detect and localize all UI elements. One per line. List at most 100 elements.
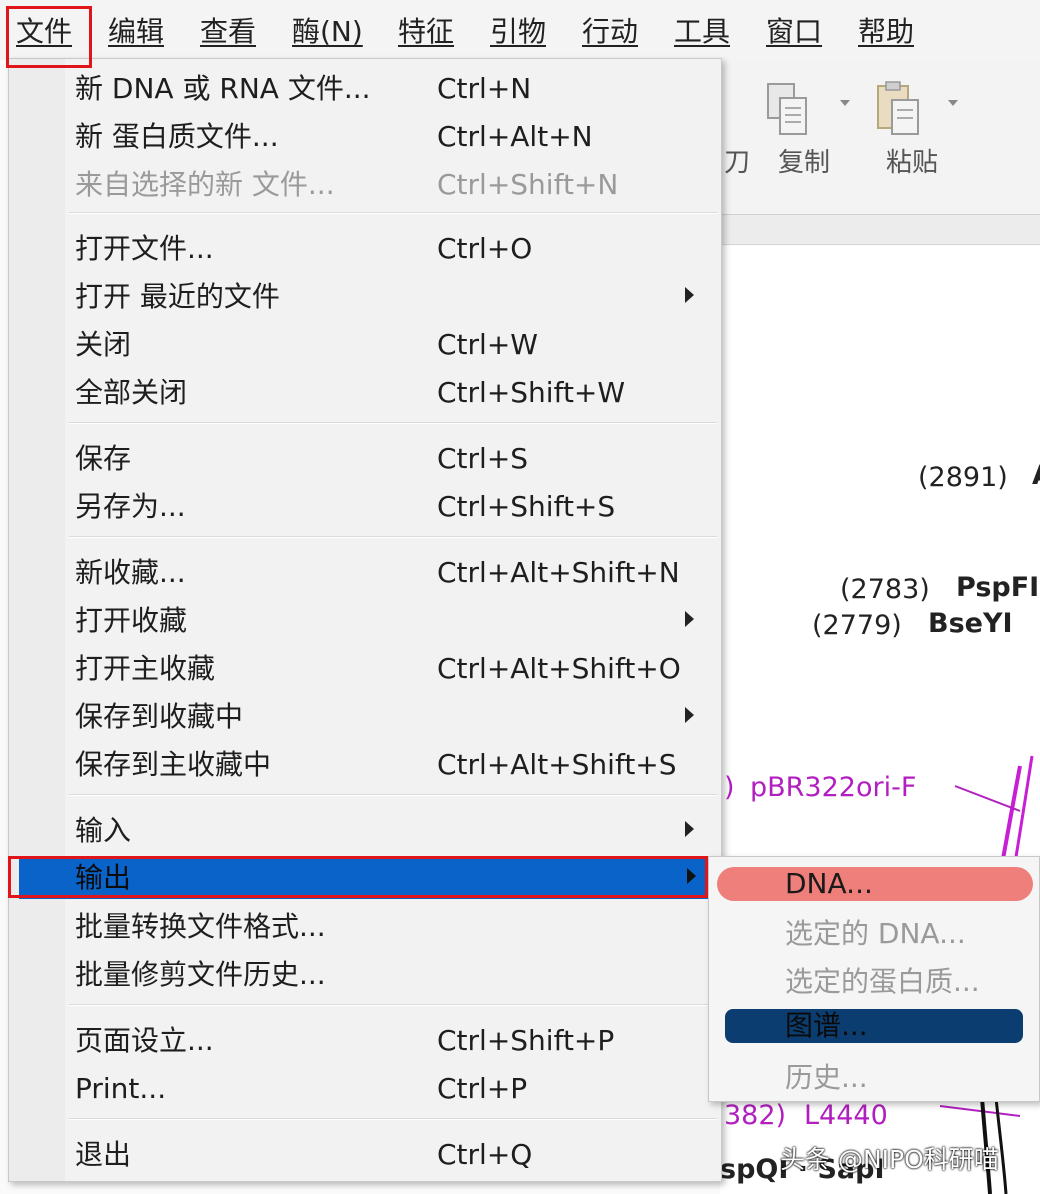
menu-item-label: 保存到主收藏中 bbox=[75, 748, 272, 781]
menu-view[interactable]: 查看 bbox=[200, 8, 256, 56]
menu-item-batch-convert[interactable]: 批量转换文件格式... bbox=[69, 903, 719, 951]
toolbar: 刀 复制 粘贴 bbox=[700, 60, 1040, 215]
submenu-arrow-icon bbox=[685, 287, 694, 303]
menu-item-label: 另存为... bbox=[75, 490, 186, 523]
map-site-position: (2783) bbox=[840, 574, 930, 605]
menu-item-shortcut: Ctrl+P bbox=[437, 1072, 528, 1105]
menu-item-shortcut: Ctrl+Alt+Shift+N bbox=[437, 556, 680, 589]
menu-item-shortcut: Ctrl+Shift+S bbox=[437, 490, 616, 523]
menu-item-close-all[interactable]: 全部关闭 Ctrl+Shift+W bbox=[69, 369, 719, 417]
menu-item-label: 打开文件... bbox=[75, 232, 214, 265]
export-item-highlight-box bbox=[8, 856, 708, 898]
menu-item-shortcut: Ctrl+O bbox=[437, 232, 533, 265]
submenu-arrow-icon bbox=[685, 611, 694, 627]
menu-item-label: 打开主收藏 bbox=[75, 652, 216, 685]
menu-item-open-collection[interactable]: 打开收藏 bbox=[69, 597, 719, 645]
menu-item-save-as[interactable]: 另存为... Ctrl+Shift+S bbox=[69, 483, 719, 531]
file-menu-dropdown: 新 DNA 或 RNA 文件... Ctrl+N 新 蛋白质文件... Ctrl… bbox=[8, 58, 722, 1182]
menu-item-shortcut: Ctrl+N bbox=[437, 72, 532, 105]
menu-item-print[interactable]: Print... Ctrl+P bbox=[69, 1065, 719, 1113]
menu-item-batch-trim-history[interactable]: 批量修剪文件历史... bbox=[69, 951, 719, 999]
menu-item-shortcut: Ctrl+Q bbox=[437, 1138, 533, 1171]
map-site-name[interactable]: PspFI bbox=[956, 572, 1039, 603]
map-feature-position: ) bbox=[724, 772, 735, 803]
paste-icon[interactable] bbox=[876, 80, 920, 136]
menu-item-label: 打开 最近的文件 bbox=[75, 280, 280, 313]
map-site-name[interactable]: BseYI bbox=[928, 608, 1013, 639]
menu-item-shortcut: Ctrl+Alt+N bbox=[437, 120, 593, 153]
menu-item-label: 全部关闭 bbox=[75, 376, 188, 409]
menu-item-shortcut: Ctrl+Alt+Shift+O bbox=[437, 652, 681, 685]
submenu-item-export-map[interactable]: 图谱... bbox=[725, 1009, 1023, 1043]
menu-window[interactable]: 窗口 bbox=[766, 8, 822, 56]
submenu-item-label: 选定的 DNA... bbox=[785, 917, 966, 950]
menu-item-new-collection[interactable]: 新收藏... Ctrl+Alt+Shift+N bbox=[69, 549, 719, 597]
menu-separator bbox=[69, 212, 717, 214]
menu-item-new-protein-file[interactable]: 新 蛋白质文件... Ctrl+Alt+N bbox=[69, 113, 719, 161]
menu-primers[interactable]: 引物 bbox=[490, 8, 546, 56]
map-feature-position: 382) bbox=[724, 1100, 787, 1131]
menu-bar: 文件 编辑 查看 酶(N) 特征 引物 行动 工具 窗口 帮助 bbox=[0, 0, 1040, 60]
copy-label: 复制 bbox=[778, 148, 831, 178]
menu-item-shortcut: Ctrl+S bbox=[437, 442, 529, 475]
submenu-item-label: 历史... bbox=[785, 1061, 868, 1094]
menu-item-save-to-collection[interactable]: 保存到收藏中 bbox=[69, 693, 719, 741]
menu-item-label: 打开收藏 bbox=[75, 604, 188, 637]
menu-separator bbox=[69, 536, 717, 538]
menu-item-label: 新收藏... bbox=[75, 556, 186, 589]
menu-help[interactable]: 帮助 bbox=[858, 8, 914, 56]
menu-item-save-to-main-collection[interactable]: 保存到主收藏中 Ctrl+Alt+Shift+S bbox=[69, 741, 719, 789]
submenu-item-export-dna[interactable]: DNA... bbox=[717, 867, 1033, 901]
submenu-item-export-history[interactable]: 历史... bbox=[717, 1055, 1033, 1099]
menu-item-shortcut: Ctrl+Shift+W bbox=[437, 376, 626, 409]
copy-icon[interactable] bbox=[766, 82, 810, 138]
menu-separator bbox=[69, 1118, 717, 1120]
menu-item-page-setup[interactable]: 页面设立... Ctrl+Shift+P bbox=[69, 1017, 719, 1065]
menu-item-shortcut: Ctrl+W bbox=[437, 328, 538, 361]
menu-item-label: 页面设立... bbox=[75, 1024, 214, 1057]
menu-separator bbox=[69, 1004, 717, 1006]
menu-features[interactable]: 特征 bbox=[398, 8, 454, 56]
toolbar-divider-strip bbox=[700, 215, 1040, 245]
submenu-item-label: 选定的蛋白质... bbox=[785, 965, 980, 998]
menu-separator bbox=[69, 794, 717, 796]
menu-item-open-main-collection[interactable]: 打开主收藏 Ctrl+Alt+Shift+O bbox=[69, 645, 719, 693]
map-feature-name[interactable]: pBR322ori-F bbox=[750, 772, 916, 803]
submenu-item-label: DNA... bbox=[785, 867, 873, 900]
menu-item-new-from-selection[interactable]: 来自选择的新 文件... Ctrl+Shift+N bbox=[69, 161, 719, 209]
menu-item-label: Print... bbox=[75, 1072, 167, 1105]
menu-item-shortcut: Ctrl+Shift+N bbox=[437, 168, 619, 201]
menu-icon-gutter bbox=[9, 59, 65, 1181]
menu-enzymes[interactable]: 酶(N) bbox=[292, 8, 363, 56]
map-site-name[interactable]: A bbox=[1032, 460, 1040, 491]
copy-dropdown-arrow-icon[interactable] bbox=[840, 100, 850, 106]
file-menu-highlight-box bbox=[6, 6, 92, 68]
menu-item-label: 退出 bbox=[75, 1138, 132, 1171]
submenu-item-export-selected-protein[interactable]: 选定的蛋白质... bbox=[717, 959, 1033, 1003]
cut-label: 刀 bbox=[724, 148, 751, 178]
menu-actions[interactable]: 行动 bbox=[582, 8, 638, 56]
menu-item-exit[interactable]: 退出 Ctrl+Q bbox=[69, 1131, 719, 1179]
menu-item-close[interactable]: 关闭 Ctrl+W bbox=[69, 321, 719, 369]
submenu-arrow-icon bbox=[685, 821, 694, 837]
export-submenu: DNA... 选定的 DNA... 选定的蛋白质... 图谱... 历史... bbox=[708, 856, 1040, 1102]
menu-item-import[interactable]: 输入 bbox=[69, 807, 719, 855]
menu-item-label: 批量转换文件格式... bbox=[75, 910, 326, 943]
menu-item-shortcut: Ctrl+Alt+Shift+S bbox=[437, 748, 677, 781]
menu-item-open-recent[interactable]: 打开 最近的文件 bbox=[69, 273, 719, 321]
menu-item-save[interactable]: 保存 Ctrl+S bbox=[69, 435, 719, 483]
map-site-position: (2891) bbox=[918, 462, 1008, 493]
submenu-arrow-icon bbox=[685, 707, 694, 723]
menu-item-label: 关闭 bbox=[75, 328, 132, 361]
map-feature-name[interactable]: L4440 bbox=[804, 1100, 888, 1131]
menu-item-new-dna-file[interactable]: 新 DNA 或 RNA 文件... Ctrl+N bbox=[69, 65, 719, 113]
paste-label: 粘贴 bbox=[886, 148, 939, 178]
map-site-position: (2779) bbox=[812, 610, 902, 641]
paste-dropdown-arrow-icon[interactable] bbox=[948, 100, 958, 106]
menu-item-open-file[interactable]: 打开文件... Ctrl+O bbox=[69, 225, 719, 273]
menu-tools[interactable]: 工具 bbox=[674, 8, 730, 56]
menu-edit[interactable]: 编辑 bbox=[108, 8, 164, 56]
submenu-item-export-selected-dna[interactable]: 选定的 DNA... bbox=[717, 911, 1033, 955]
menu-item-label: 输入 bbox=[75, 814, 132, 847]
menu-separator bbox=[69, 422, 717, 424]
